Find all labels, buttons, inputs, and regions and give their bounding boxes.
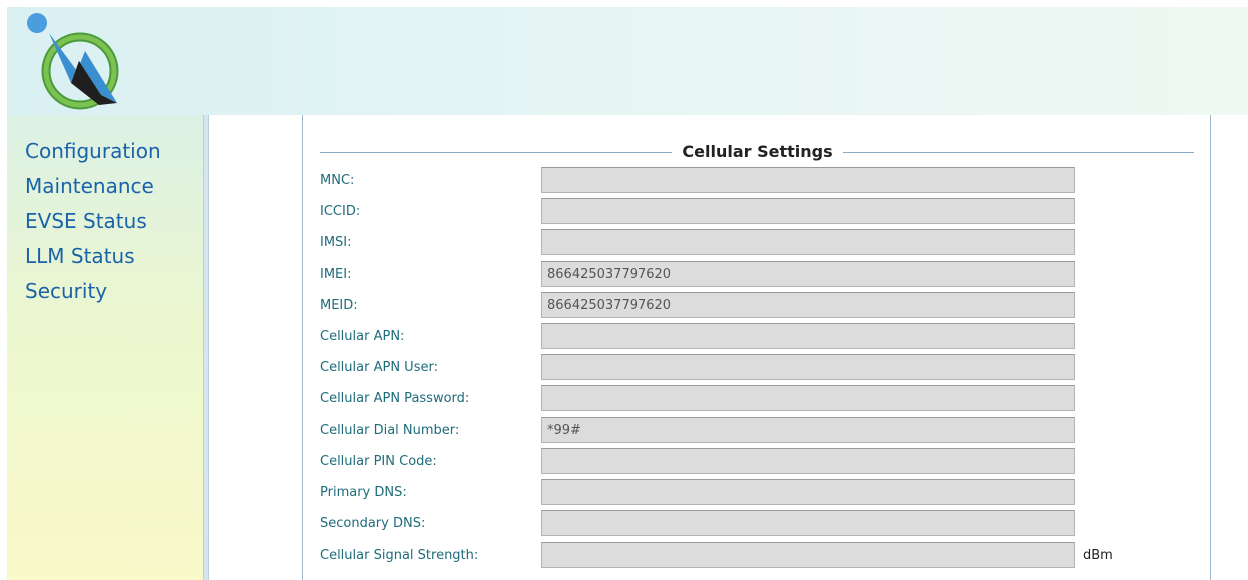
fieldset-border-right xyxy=(843,152,1194,153)
nav-configuration-link[interactable]: Configuration xyxy=(25,139,161,163)
meid-label: MEID: xyxy=(320,298,358,313)
cellular-pin-code-label: Cellular PIN Code: xyxy=(320,454,437,469)
cellular-apn-password-label: Cellular APN Password: xyxy=(320,391,470,406)
iccid-label: ICCID: xyxy=(320,204,361,219)
nav-maintenance-link[interactable]: Maintenance xyxy=(25,174,154,198)
content-border-right xyxy=(1210,115,1211,580)
iccid-field[interactable] xyxy=(541,198,1075,224)
cellular-signal-strength-label: Cellular Signal Strength: xyxy=(320,548,479,563)
mnc-field[interactable] xyxy=(541,167,1075,193)
primary-dns-field[interactable] xyxy=(541,479,1075,505)
section-title: Cellular Settings xyxy=(682,142,833,161)
imei-field[interactable] xyxy=(541,261,1075,287)
fieldset-border-left xyxy=(320,152,672,153)
cellular-apn-field[interactable] xyxy=(541,323,1075,349)
secondary-dns-label: Secondary DNS: xyxy=(320,516,426,531)
primary-dns-label: Primary DNS: xyxy=(320,485,407,500)
imei-label: IMEI: xyxy=(320,267,352,282)
imsi-field[interactable] xyxy=(541,229,1075,255)
company-logo-icon xyxy=(27,13,119,110)
imsi-label: IMSI: xyxy=(320,235,352,250)
cellular-signal-strength-field[interactable] xyxy=(541,542,1075,568)
content-border-left xyxy=(302,115,303,580)
sidebar-nav: Configuration Maintenance EVSE Status LL… xyxy=(7,115,203,580)
nav-security-link[interactable]: Security xyxy=(25,279,107,303)
cellular-apn-password-field[interactable] xyxy=(541,385,1075,411)
cellular-pin-code-field[interactable] xyxy=(541,448,1075,474)
cellular-apn-user-label: Cellular APN User: xyxy=(320,360,438,375)
cellular-dial-number-field[interactable] xyxy=(541,417,1075,443)
meid-field[interactable] xyxy=(541,292,1075,318)
sidebar-divider xyxy=(203,115,209,580)
cellular-apn-label: Cellular APN: xyxy=(320,329,405,344)
mnc-label: MNC: xyxy=(320,173,355,188)
cellular-dial-number-label: Cellular Dial Number: xyxy=(320,423,460,438)
secondary-dns-field[interactable] xyxy=(541,510,1075,536)
signal-unit-label: dBm xyxy=(1083,548,1113,563)
nav-llm-status-link[interactable]: LLM Status xyxy=(25,244,135,268)
header-banner xyxy=(7,7,1248,115)
cellular-apn-user-field[interactable] xyxy=(541,354,1075,380)
nav-evse-status-link[interactable]: EVSE Status xyxy=(25,209,147,233)
